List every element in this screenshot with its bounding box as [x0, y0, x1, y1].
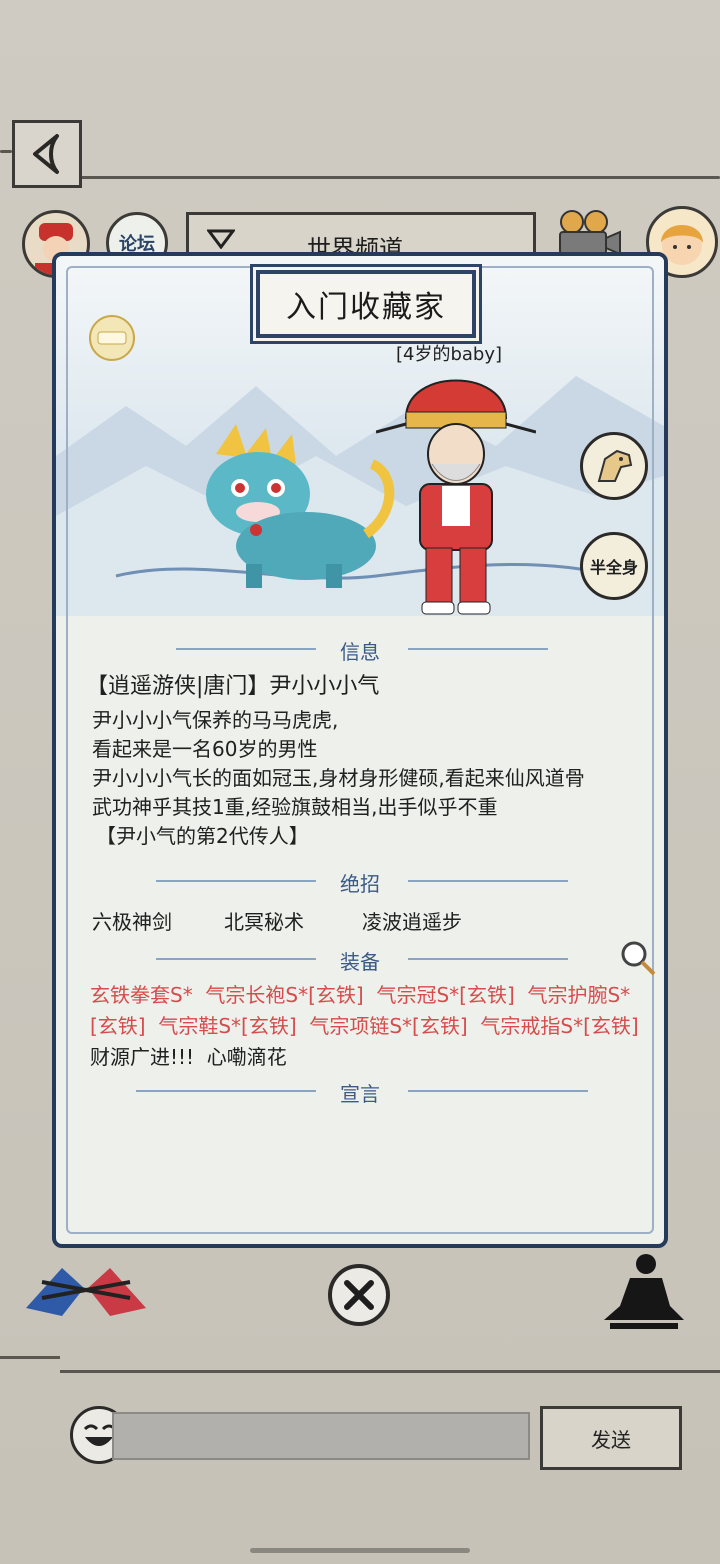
meditating-figure-icon [604, 1254, 684, 1329]
skills-section-heading: 绝招 [340, 872, 380, 896]
declaration-section-heading: 宣言 [340, 1082, 380, 1106]
close-sword-icon [344, 1280, 374, 1310]
equipment-item[interactable]: 心嘞滴花 [207, 1045, 287, 1069]
send-label: 发送 [591, 1427, 631, 1452]
video-camera-button[interactable] [554, 208, 622, 258]
half-full-body-label: 半全身 [589, 558, 638, 577]
dropdown-triangle-icon [207, 229, 235, 249]
title-banner: 入门收藏家 [256, 270, 476, 338]
equipment-item[interactable]: 气宗项链S*[玄铁] [309, 1014, 467, 1038]
close-card-button[interactable] [328, 1264, 390, 1326]
send-button[interactable]: 发送 [540, 1406, 682, 1470]
info-line: 武功神乎其技1重,经验旗鼓相当,出手似乎不重 [92, 795, 498, 819]
declaration-text [90, 1116, 630, 1216]
magnifier-icon [621, 941, 656, 976]
dragon-pet[interactable] [196, 424, 406, 594]
info-section-heading: 信息 [340, 640, 380, 664]
ranking-badge-icon [86, 312, 138, 364]
equipment-item[interactable]: 财源广进!!! [90, 1045, 194, 1069]
equipment-item[interactable]: 气宗长袍S*[玄铁] [205, 983, 363, 1007]
skill-item: 凌波逍遥步 [362, 910, 462, 934]
dragon-pet-icon [206, 424, 395, 588]
equipment-list: 玄铁拳套S* 气宗长袍S*[玄铁] 气宗冠S*[玄铁] 气宗护腕S*[玄铁] 气… [90, 980, 656, 1073]
back-button[interactable] [12, 120, 82, 188]
info-line: 尹小小小气长的面如冠玉,身材身形健硕,看起来仙风道骨 [92, 766, 585, 790]
info-line: 【尹小气的第2代传人】 [96, 824, 309, 848]
back-arrow-icon [33, 134, 59, 174]
mount-button[interactable] [580, 432, 648, 500]
info-line: 尹小小小气保养的马马虎虎, [92, 708, 339, 732]
card-title: 入门收藏家 [286, 290, 446, 325]
equipment-item[interactable]: 玄铁拳套S* [90, 983, 193, 1007]
info-line: 看起来是一名60岁的男性 [92, 737, 318, 761]
equipment-item[interactable]: 气宗鞋S*[玄铁] [158, 1014, 296, 1038]
age-label: [4岁的baby] [396, 344, 503, 365]
meditate-button[interactable] [600, 1250, 686, 1334]
equipment-item[interactable]: 气宗冠S*[玄铁] [376, 983, 514, 1007]
equipment-item[interactable]: 气宗戒指S*[玄铁] [480, 1014, 638, 1038]
skill-item: 六极神剑 [92, 910, 172, 934]
character-sprite-icon [375, 379, 537, 615]
duel-button[interactable] [22, 1258, 150, 1324]
top-divider [76, 176, 720, 179]
top-divider [0, 150, 12, 153]
home-indicator [250, 1548, 470, 1553]
equipment-section-heading: 装备 [340, 950, 380, 974]
bottom-divider [0, 1356, 60, 1359]
horse-icon [597, 449, 633, 482]
character-card: 入门收藏家 [4岁的baby] 半全身 信息 【逍遥游侠|唐门】尹小小小气 尹小… [52, 252, 668, 1248]
video-camera-icon [559, 210, 621, 256]
half-full-body-toggle[interactable]: 半全身 [580, 532, 648, 600]
player-character[interactable] [375, 368, 537, 618]
crossed-fighters-icon [26, 1268, 146, 1316]
character-name-line: 【逍遥游侠|唐门】尹小小小气 [86, 674, 380, 699]
skill-item: 北冥秘术 [224, 910, 304, 934]
chat-input[interactable] [112, 1412, 530, 1460]
magnifier-button[interactable] [618, 938, 658, 978]
bottom-divider [60, 1370, 720, 1373]
